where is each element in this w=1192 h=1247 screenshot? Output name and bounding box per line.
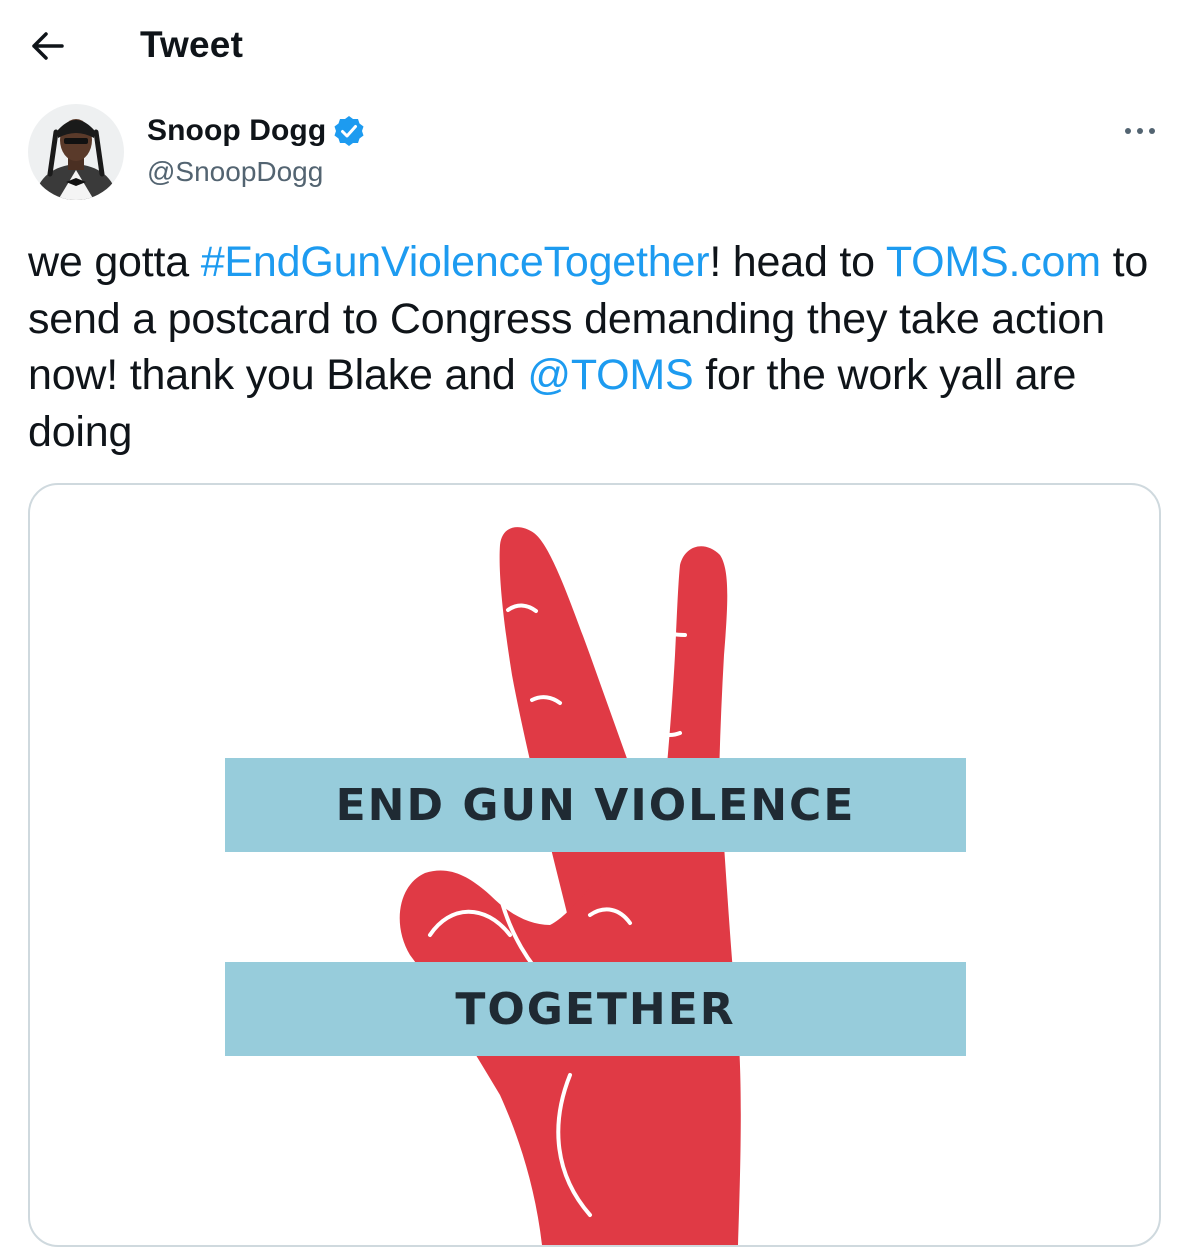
banner-bottom: TOGETHER	[225, 962, 966, 1056]
banner-text-top: END GUN VIOLENCE	[335, 779, 856, 831]
top-bar: Tweet	[0, 0, 1192, 95]
display-name: Snoop Dogg	[147, 114, 327, 147]
tweet-text-segment: ! head to	[709, 238, 886, 286]
verified-badge-icon	[334, 116, 364, 146]
banner-top: END GUN VIOLENCE	[225, 758, 966, 852]
tweet-media-image[interactable]: END GUN VIOLENCE TOGETHER	[28, 483, 1161, 1247]
arrow-left-icon	[32, 32, 64, 60]
tweet-text: we gotta #EndGunViolenceTogether! head t…	[28, 234, 1158, 460]
tweet-header	[0, 95, 1192, 215]
more-horizontal-icon	[1125, 128, 1155, 134]
mention-link[interactable]: @TOMS	[527, 351, 693, 399]
avatar[interactable]	[28, 104, 124, 200]
peace-hand-illustration	[399, 527, 741, 1245]
page-title: Tweet	[140, 24, 244, 65]
more-options-button[interactable]	[1118, 116, 1162, 146]
author-name-row[interactable]: Snoop Dogg	[147, 114, 366, 148]
author-handle[interactable]: @SnoopDogg	[147, 156, 323, 188]
hashtag-link[interactable]: #EndGunViolenceTogether	[201, 238, 710, 286]
url-link[interactable]: TOMS.com	[886, 238, 1101, 286]
back-button[interactable]	[18, 18, 78, 74]
banner-text-bottom: TOGETHER	[455, 983, 736, 1035]
tweet-text-segment: we gotta	[28, 238, 201, 286]
